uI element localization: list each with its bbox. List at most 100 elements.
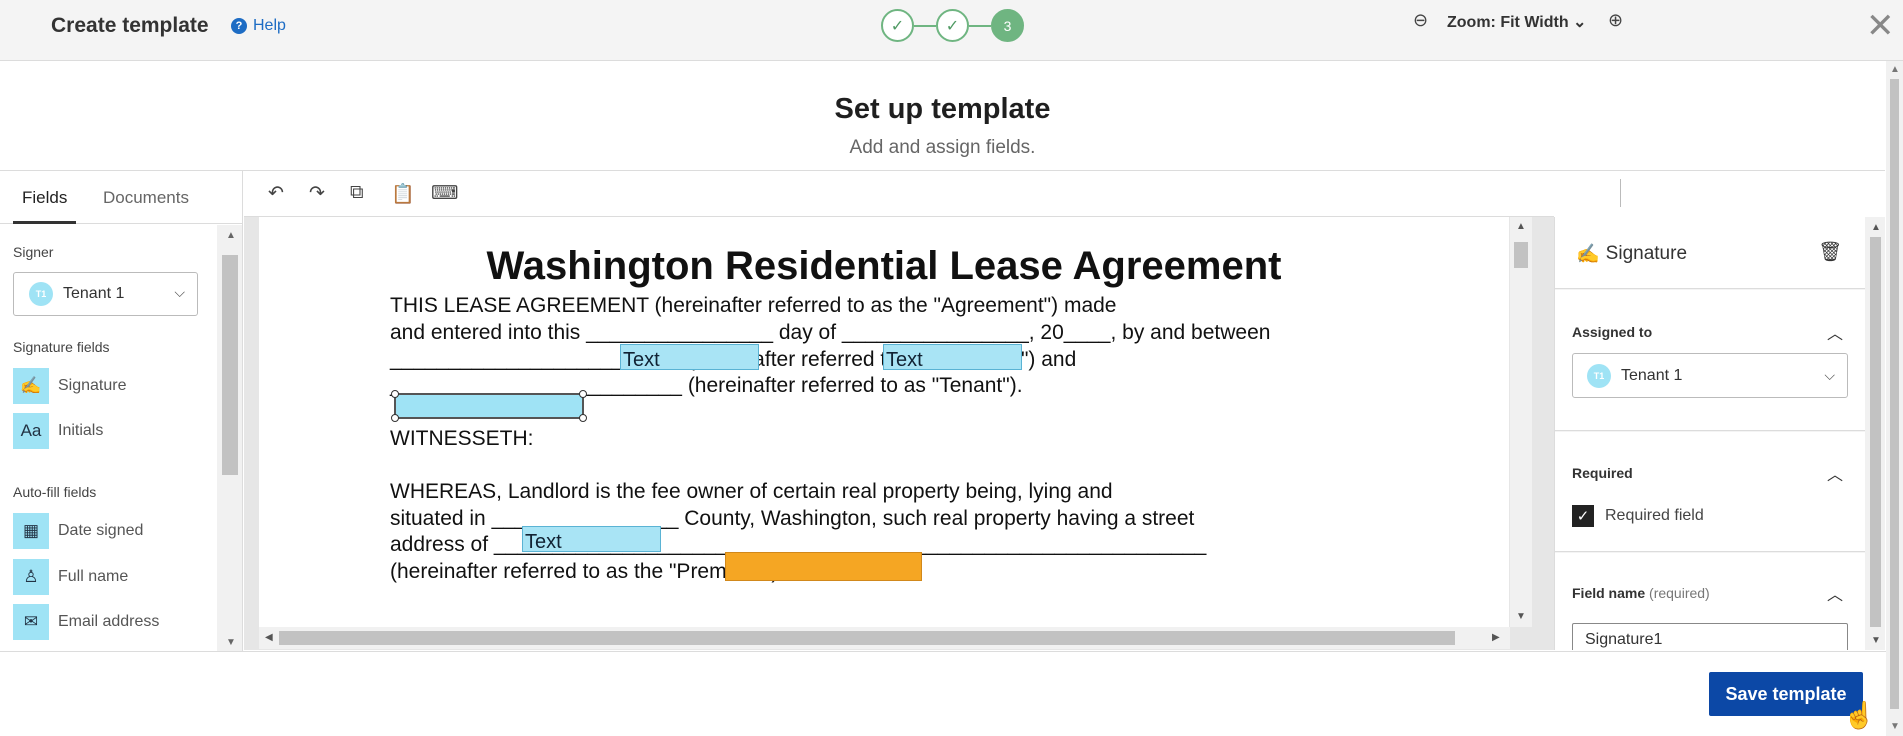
field-date-signed-label: Date signed bbox=[58, 522, 144, 539]
signature-icon: ✍ bbox=[1576, 244, 1600, 265]
required-checkbox[interactable]: ✓ bbox=[1572, 505, 1594, 527]
placed-signature-field-selected[interactable] bbox=[391, 390, 587, 422]
scroll-down-arrow-icon[interactable]: ▼ bbox=[226, 637, 236, 648]
assigned-section: Assigned to ︿ T1 Tenant 1 ⌵ bbox=[1555, 290, 1865, 431]
step-connector bbox=[969, 24, 991, 27]
scroll-up-arrow-icon[interactable]: ▲ bbox=[1890, 64, 1900, 75]
page-scroll-thumb[interactable] bbox=[1890, 79, 1899, 709]
chevron-up-icon[interactable]: ︿ bbox=[1827, 581, 1843, 605]
placed-signature-field-other-signer[interactable] bbox=[725, 552, 922, 581]
document-horizontal-thumb[interactable] bbox=[279, 631, 1455, 645]
redo-icon[interactable]: ↷ bbox=[309, 182, 325, 205]
scroll-up-arrow-icon[interactable]: ▲ bbox=[1871, 222, 1881, 233]
required-section: Required ︿ ✓ Required field bbox=[1555, 432, 1865, 552]
resize-handle[interactable] bbox=[391, 390, 399, 398]
zoom-in-icon[interactable]: ⊕ bbox=[1608, 10, 1623, 31]
scroll-down-arrow-icon[interactable]: ▼ bbox=[1516, 611, 1526, 622]
panel-tabs: Fields Documents bbox=[0, 171, 242, 224]
scroll-up-arrow-icon[interactable]: ▲ bbox=[226, 230, 236, 241]
placed-text-field[interactable]: Text bbox=[620, 344, 759, 370]
scroll-right-arrow-icon[interactable]: ▶ bbox=[1492, 632, 1500, 643]
chevron-up-icon[interactable]: ︿ bbox=[1827, 461, 1843, 485]
field-date-signed[interactable]: ▦ Date signed bbox=[13, 513, 143, 549]
chevron-down-icon: ⌵ bbox=[174, 284, 185, 300]
chevron-down-icon: ⌵ bbox=[1824, 367, 1835, 383]
active-tab-indicator bbox=[13, 221, 76, 224]
field-name-input[interactable] bbox=[1572, 623, 1848, 650]
zoom-out-icon[interactable]: ⊖ bbox=[1413, 10, 1428, 31]
zoom-select[interactable]: Zoom: Fit Width ⌄ bbox=[1447, 12, 1586, 32]
editor-toolbar: ↶ ↷ ⧉ 📋 ⌨ bbox=[244, 171, 1621, 217]
doc-line-7: situated in ________________ County, Was… bbox=[390, 507, 1195, 530]
copy-icon[interactable]: ⧉ bbox=[350, 182, 364, 204]
doc-line-6: WHEREAS, Landlord is the fee owner of ce… bbox=[390, 480, 1113, 503]
field-email-address[interactable]: ✉ Email address bbox=[13, 604, 159, 640]
signature-icon: ✍ bbox=[13, 368, 49, 404]
field-email-address-label: Email address bbox=[58, 613, 160, 630]
document-viewport: Washington Residential Lease Agreement T… bbox=[244, 217, 1554, 650]
fields-scrollbar[interactable]: ▲ ▼ bbox=[217, 225, 242, 651]
field-signature[interactable]: ✍ Signature bbox=[13, 368, 127, 404]
placed-text-field[interactable]: Text bbox=[883, 344, 1022, 370]
resize-handle[interactable] bbox=[579, 414, 587, 422]
trash-icon[interactable]: 🗑 bbox=[1818, 240, 1842, 264]
page-subtitle: Add and assign fields. bbox=[849, 137, 1036, 158]
signer-select[interactable]: T1 Tenant 1 ⌵ bbox=[13, 272, 198, 316]
tab-fields[interactable]: Fields bbox=[22, 188, 67, 208]
paste-icon[interactable]: 📋 bbox=[391, 182, 415, 206]
close-icon[interactable]: ✕ bbox=[1866, 9, 1895, 43]
app-title: Create template bbox=[51, 14, 209, 37]
field-properties-panel: ✍ Signature 🗑 Assigned to ︿ T1 Tenant 1 … bbox=[1554, 217, 1885, 650]
field-full-name[interactable]: ♙ Full name bbox=[13, 559, 128, 595]
initials-icon: Aa bbox=[13, 413, 49, 449]
assigned-value: Tenant 1 bbox=[1621, 366, 1683, 384]
placed-text-field[interactable]: Text bbox=[522, 526, 661, 552]
field-initials[interactable]: Aa Initials bbox=[13, 413, 103, 449]
signature-fields-label: Signature fields bbox=[13, 339, 110, 355]
pointer-cursor-icon: ☝ bbox=[1843, 700, 1876, 730]
page-scrollbar[interactable]: ▲ ▼ bbox=[1886, 61, 1903, 736]
envelope-icon: ✉ bbox=[13, 604, 49, 640]
document-vertical-thumb[interactable] bbox=[1514, 242, 1528, 268]
doc-line-2: and entered into this ________________ d… bbox=[390, 321, 1271, 344]
document-vertical-scrollbar[interactable]: ▲ ▼ bbox=[1510, 217, 1532, 627]
assigned-select[interactable]: T1 Tenant 1 ⌵ bbox=[1572, 353, 1848, 398]
assignee-avatar: T1 bbox=[1587, 363, 1611, 388]
step-connector bbox=[914, 24, 936, 27]
doc-line-1: THIS LEASE AGREEMENT (hereinafter referr… bbox=[390, 294, 1117, 317]
properties-header: ✍ Signature 🗑 bbox=[1555, 217, 1865, 289]
toolbar-divider bbox=[1620, 179, 1621, 207]
scroll-left-arrow-icon[interactable]: ◀ bbox=[265, 632, 273, 643]
undo-icon[interactable]: ↶ bbox=[268, 182, 284, 205]
resize-handle[interactable] bbox=[391, 414, 399, 422]
document-horizontal-scrollbar[interactable]: ◀ ▶ bbox=[259, 627, 1510, 649]
field-name-section: Field name (required) ︿ bbox=[1555, 553, 1865, 650]
save-template-button[interactable]: Save template bbox=[1709, 672, 1863, 716]
assigned-label: Assigned to bbox=[1572, 324, 1653, 340]
chevron-up-icon[interactable]: ︿ bbox=[1827, 320, 1843, 344]
person-icon: ♙ bbox=[13, 559, 49, 595]
calendar-icon: ▦ bbox=[13, 513, 49, 549]
step-2-complete: ✓ bbox=[936, 9, 969, 42]
zoom-label: Zoom: Fit Width bbox=[1447, 14, 1569, 31]
chevron-down-icon: ⌄ bbox=[1573, 14, 1587, 31]
fields-panel: Fields Documents Signer T1 Tenant 1 ⌵ Si… bbox=[0, 171, 243, 651]
fields-list: Signer T1 Tenant 1 ⌵ Signature fields ✍ … bbox=[0, 225, 217, 651]
footer-bar: Save template ☝ bbox=[0, 651, 1886, 736]
properties-scroll-thumb[interactable] bbox=[1870, 237, 1881, 627]
help-icon: ? bbox=[231, 18, 247, 34]
scroll-down-arrow-icon[interactable]: ▼ bbox=[1890, 721, 1900, 732]
properties-scrollbar[interactable]: ▲ ▼ bbox=[1865, 217, 1885, 650]
doc-line-5: WITNESSETH: bbox=[390, 427, 534, 450]
signer-value: Tenant 1 bbox=[63, 285, 125, 302]
scroll-down-arrow-icon[interactable]: ▼ bbox=[1871, 635, 1881, 646]
signer-avatar: T1 bbox=[29, 282, 53, 306]
help-label: Help bbox=[253, 17, 286, 34]
help-link[interactable]: ? Help bbox=[231, 17, 286, 35]
autofill-fields-label: Auto-fill fields bbox=[13, 484, 97, 500]
tab-documents[interactable]: Documents bbox=[103, 188, 189, 208]
resize-handle[interactable] bbox=[579, 390, 587, 398]
keyboard-icon[interactable]: ⌨ bbox=[431, 182, 458, 205]
fields-scroll-thumb[interactable] bbox=[222, 255, 238, 475]
scroll-up-arrow-icon[interactable]: ▲ bbox=[1516, 221, 1526, 232]
